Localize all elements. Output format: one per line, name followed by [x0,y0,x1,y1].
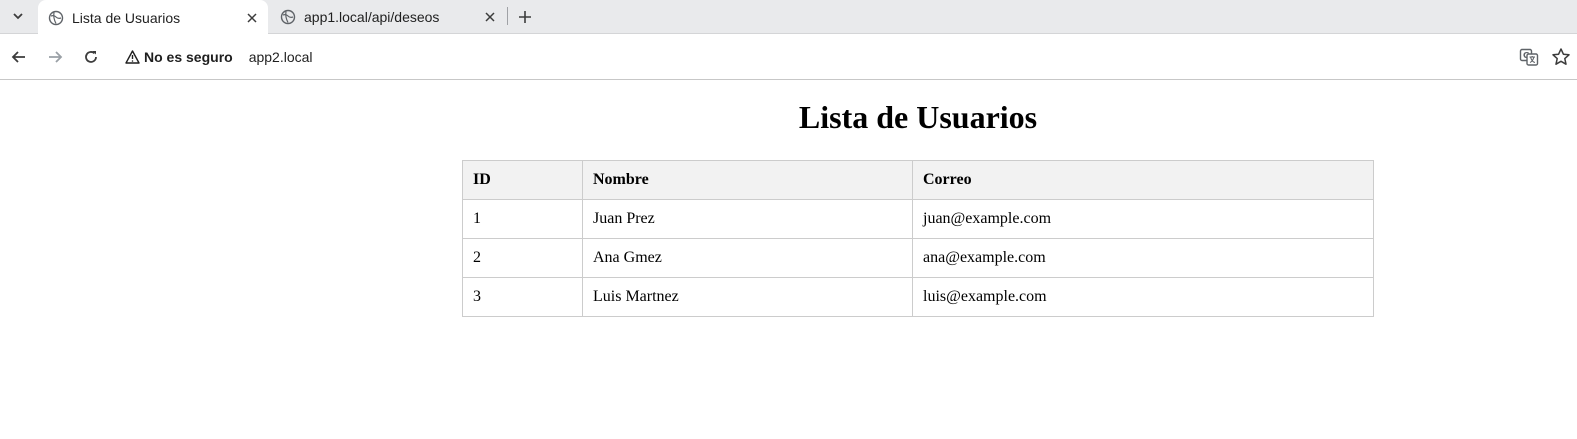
tab-separator [507,7,508,25]
arrow-right-icon [49,51,63,63]
cell-id: 1 [462,199,583,239]
browser-toolbar: No es seguro app2.local G [0,35,1577,80]
column-header-id: ID [462,160,583,200]
bookmark-button[interactable] [1550,46,1572,68]
url-text[interactable]: app2.local [249,49,313,65]
reload-icon [85,51,97,63]
close-tab-button[interactable] [480,7,500,27]
tab-strip: Lista de Usuarios app1.local/api/deseos [0,0,1577,35]
cell-correo: juan@example.com [912,199,1374,239]
close-tab-button[interactable] [242,8,262,28]
globe-icon [280,9,296,25]
close-icon [247,12,257,23]
tab-title: Lista de Usuarios [72,9,181,26]
tab-title: app1.local/api/deseos [304,9,440,25]
cell-id: 3 [462,277,583,317]
new-tab-button[interactable] [512,4,538,30]
chevron-down-icon [13,13,23,20]
translate-button[interactable]: G [1518,46,1540,68]
table-row: 3 Luis Martnez luis@example.com [462,277,1374,317]
cell-correo: luis@example.com [912,277,1374,317]
column-header-nombre: Nombre [582,160,913,200]
column-header-correo: Correo [912,160,1374,200]
tab-api-deseos[interactable]: app1.local/api/deseos [270,0,506,34]
globe-icon [48,10,64,26]
reload-button[interactable] [78,44,104,70]
users-table: ID Nombre Correo 1 Juan Prez juan@exampl… [462,160,1374,317]
cell-correo: ana@example.com [912,238,1374,278]
plus-icon [519,11,531,23]
tab-search-button[interactable] [6,4,30,28]
security-label: No es seguro [144,49,233,65]
table-row: 2 Ana Gmez ana@example.com [462,238,1374,278]
tab-lista-usuarios[interactable]: Lista de Usuarios [38,0,268,35]
cell-nombre: Ana Gmez [582,238,913,278]
translate-icon: G [1519,48,1539,66]
table-row: 1 Juan Prez juan@example.com [462,199,1374,239]
back-button[interactable] [6,44,32,70]
page-title: Lista de Usuarios [798,99,1038,135]
cell-id: 2 [462,238,583,278]
page-content: Lista de Usuarios ID Nombre Correo 1 Jua… [0,81,1577,439]
cell-nombre: Luis Martnez [582,277,913,317]
address-bar[interactable]: No es seguro app2.local [114,43,1514,71]
star-icon [1552,48,1570,65]
table-header-row: ID Nombre Correo [462,160,1374,200]
close-icon [485,12,495,22]
forward-button[interactable] [42,44,68,70]
cell-nombre: Juan Prez [582,199,913,239]
arrow-left-icon [11,51,25,63]
security-indicator[interactable]: No es seguro [114,44,241,70]
warning-icon [124,49,140,65]
